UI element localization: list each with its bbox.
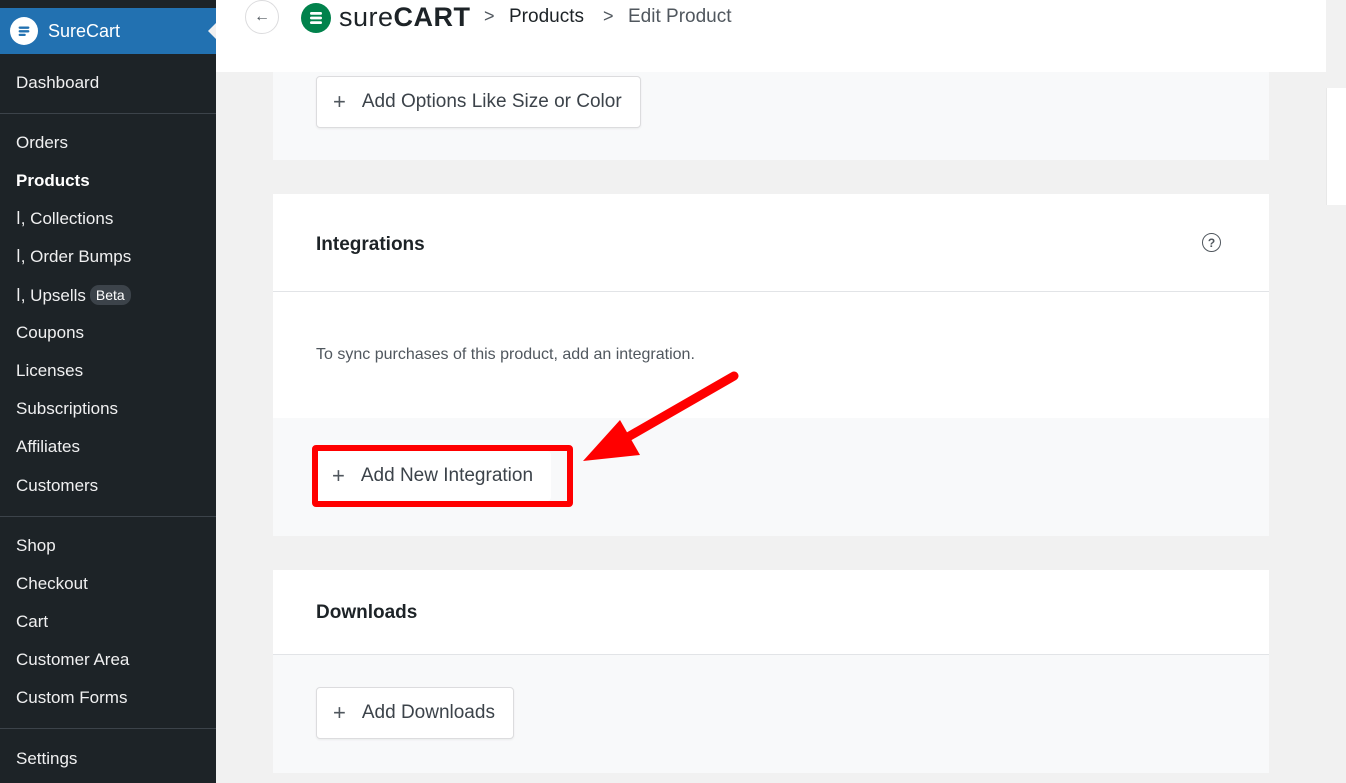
integrations-card xyxy=(273,194,1269,418)
sidebar-item-orders[interactable]: Orders xyxy=(16,133,68,153)
surecart-mark-icon xyxy=(301,2,331,33)
sidebar-item-products[interactable]: Products xyxy=(16,171,90,191)
admin-sidebar: SureCart Dashboard Orders Products ⅼ, Co… xyxy=(0,0,216,783)
sidebar-item-upsells-label: ⅼ, Upsells xyxy=(16,286,86,305)
surecart-wordmark: sureCART xyxy=(339,2,471,32)
sidebar-item-coupons[interactable]: Coupons xyxy=(16,323,84,343)
sidebar-divider xyxy=(0,113,216,114)
sidebar-item-order-bumps[interactable]: ⅼ, Order Bumps xyxy=(16,247,131,267)
help-icon[interactable]: ? xyxy=(1202,233,1221,252)
breadcrumb-edit-product: Edit Product xyxy=(628,6,732,27)
highlight-box xyxy=(312,445,573,507)
beta-badge: Beta xyxy=(89,285,131,305)
sidebar-divider xyxy=(0,728,216,729)
downloads-title: Downloads xyxy=(316,602,418,623)
sidebar-divider xyxy=(0,516,216,517)
arrow-left-icon: ← xyxy=(254,8,270,25)
sidebar-item-checkout[interactable]: Checkout xyxy=(16,574,88,594)
sidebar-item-shop[interactable]: Shop xyxy=(16,536,56,556)
sidebar-panel-edge xyxy=(1326,88,1346,205)
add-options-button[interactable]: + Add Options Like Size or Color xyxy=(316,76,641,128)
sidebar-item-customer-area[interactable]: Customer Area xyxy=(16,650,129,670)
active-menu-notch xyxy=(208,23,216,39)
sidebar-item-custom-forms[interactable]: Custom Forms xyxy=(16,688,127,708)
sidebar-item-cart[interactable]: Cart xyxy=(16,612,48,632)
sidebar-item-collections[interactable]: ⅼ, Collections xyxy=(16,209,113,229)
card-divider xyxy=(273,291,1269,292)
integrations-description: To sync purchases of this product, add a… xyxy=(316,346,695,363)
integrations-title: Integrations xyxy=(316,234,425,255)
sidebar-item-subscriptions[interactable]: Subscriptions xyxy=(16,399,118,419)
breadcrumb-separator-icon: > xyxy=(484,6,495,26)
add-downloads-button[interactable]: + Add Downloads xyxy=(316,687,514,739)
sidebar-item-affiliates[interactable]: Affiliates xyxy=(16,437,80,457)
sidebar-item-surecart[interactable]: SureCart xyxy=(0,8,216,54)
back-button[interactable]: ← xyxy=(245,0,279,34)
add-options-label: Add Options Like Size or Color xyxy=(361,91,622,112)
sidebar-item-licenses[interactable]: Licenses xyxy=(16,361,83,381)
sidebar-item-settings[interactable]: Settings xyxy=(16,749,77,769)
sidebar-brand-label: SureCart xyxy=(48,20,121,41)
sidebar-item-dashboard[interactable]: Dashboard xyxy=(16,73,99,93)
breadcrumb-products[interactable]: Products xyxy=(509,6,584,28)
downloads-card xyxy=(273,570,1269,654)
surecart-logo: sureCART xyxy=(301,2,471,33)
sidebar-item-upsells[interactable]: ⅼ, Upsells Beta xyxy=(16,285,131,306)
sidebar-item-customers[interactable]: Customers xyxy=(16,476,98,496)
add-downloads-label: Add Downloads xyxy=(361,702,495,723)
breadcrumb-separator-icon: > xyxy=(603,6,614,26)
surecart-logo-icon xyxy=(10,17,38,45)
plus-icon: + xyxy=(333,89,346,114)
plus-icon: + xyxy=(333,700,346,725)
